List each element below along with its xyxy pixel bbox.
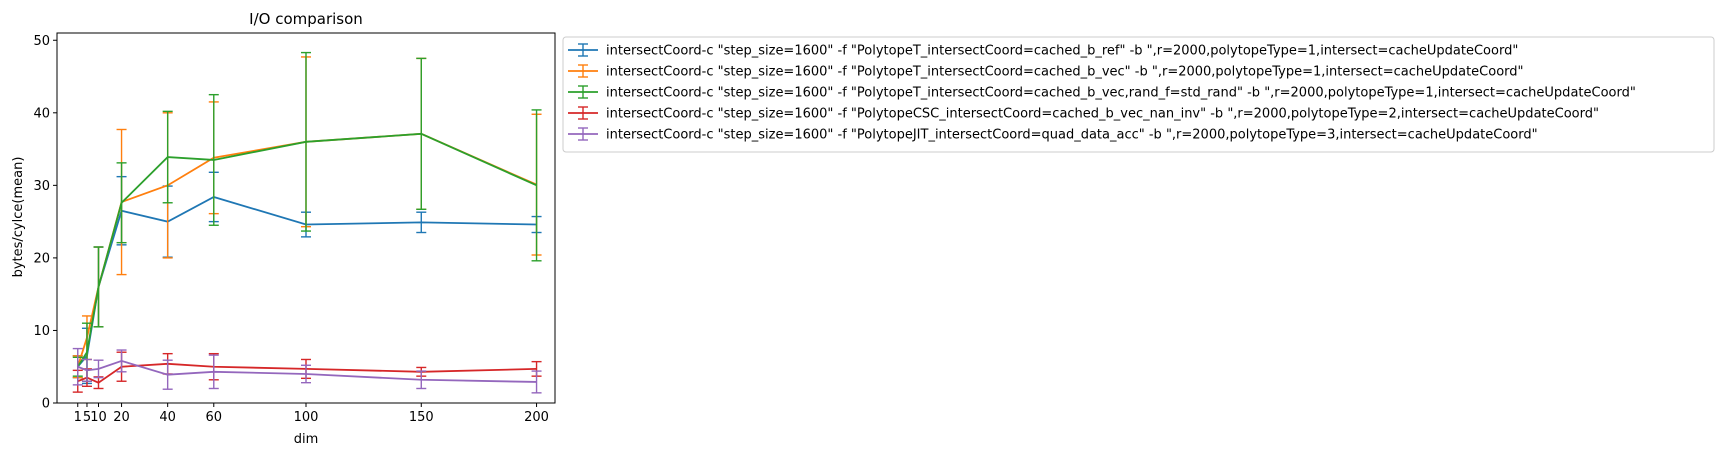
legend-entry-label: intersectCoord-c "step_size=1600" -f "Po… [606,44,1518,59]
x-tick-label: 60 [206,410,223,425]
x-tick-label: 200 [524,410,549,425]
chart-title: I/O comparison [249,10,363,28]
series-line [77,195,537,368]
y-tick-label: 50 [33,34,50,49]
x-tick-label: 20 [113,410,130,425]
series-line [76,132,537,368]
x-tick-label: 40 [159,410,176,425]
legend-entry-label: intersectCoord-c "step_size=1600" -f "Po… [606,86,1636,101]
legend: intersectCoord-c "step_size=1600" -f "Po… [562,36,1715,153]
series-4 [72,351,542,393]
legend-entry-label: intersectCoord-c "step_size=1600" -f "Po… [606,107,1599,122]
y-axis: 0 10 20 30 40 50 [33,34,57,412]
y-tick-label: 30 [33,179,50,194]
x-axis-title: dim [294,432,319,447]
plot-area [72,51,542,394]
y-tick-label: 10 [33,324,50,339]
y-tick-label: 0 [42,397,50,412]
y-axis-title: bytes/cylce(mean) [11,157,26,278]
x-tick-label: 100 [294,410,319,425]
y-tick-label: 40 [33,106,50,121]
series-1 [72,171,542,385]
x-axis: 1 5 10 20 40 60 100 150 200 [74,403,549,425]
series-2 [72,56,542,379]
x-tick-label: 1 [74,410,82,425]
x-tick-label: 10 [90,410,107,425]
legend-entry-label: intersectCoord-c "step_size=1600" -f "Po… [606,128,1538,143]
legend-entry-label: intersectCoord-c "step_size=1600" -f "Po… [606,65,1524,80]
series-3 [72,51,542,382]
series-line [76,132,537,368]
y-tick-label: 20 [33,251,50,266]
x-tick-label: 150 [409,410,434,425]
chart: I/O comparison dim bytes/cylce(mean) 151… [11,10,1715,447]
